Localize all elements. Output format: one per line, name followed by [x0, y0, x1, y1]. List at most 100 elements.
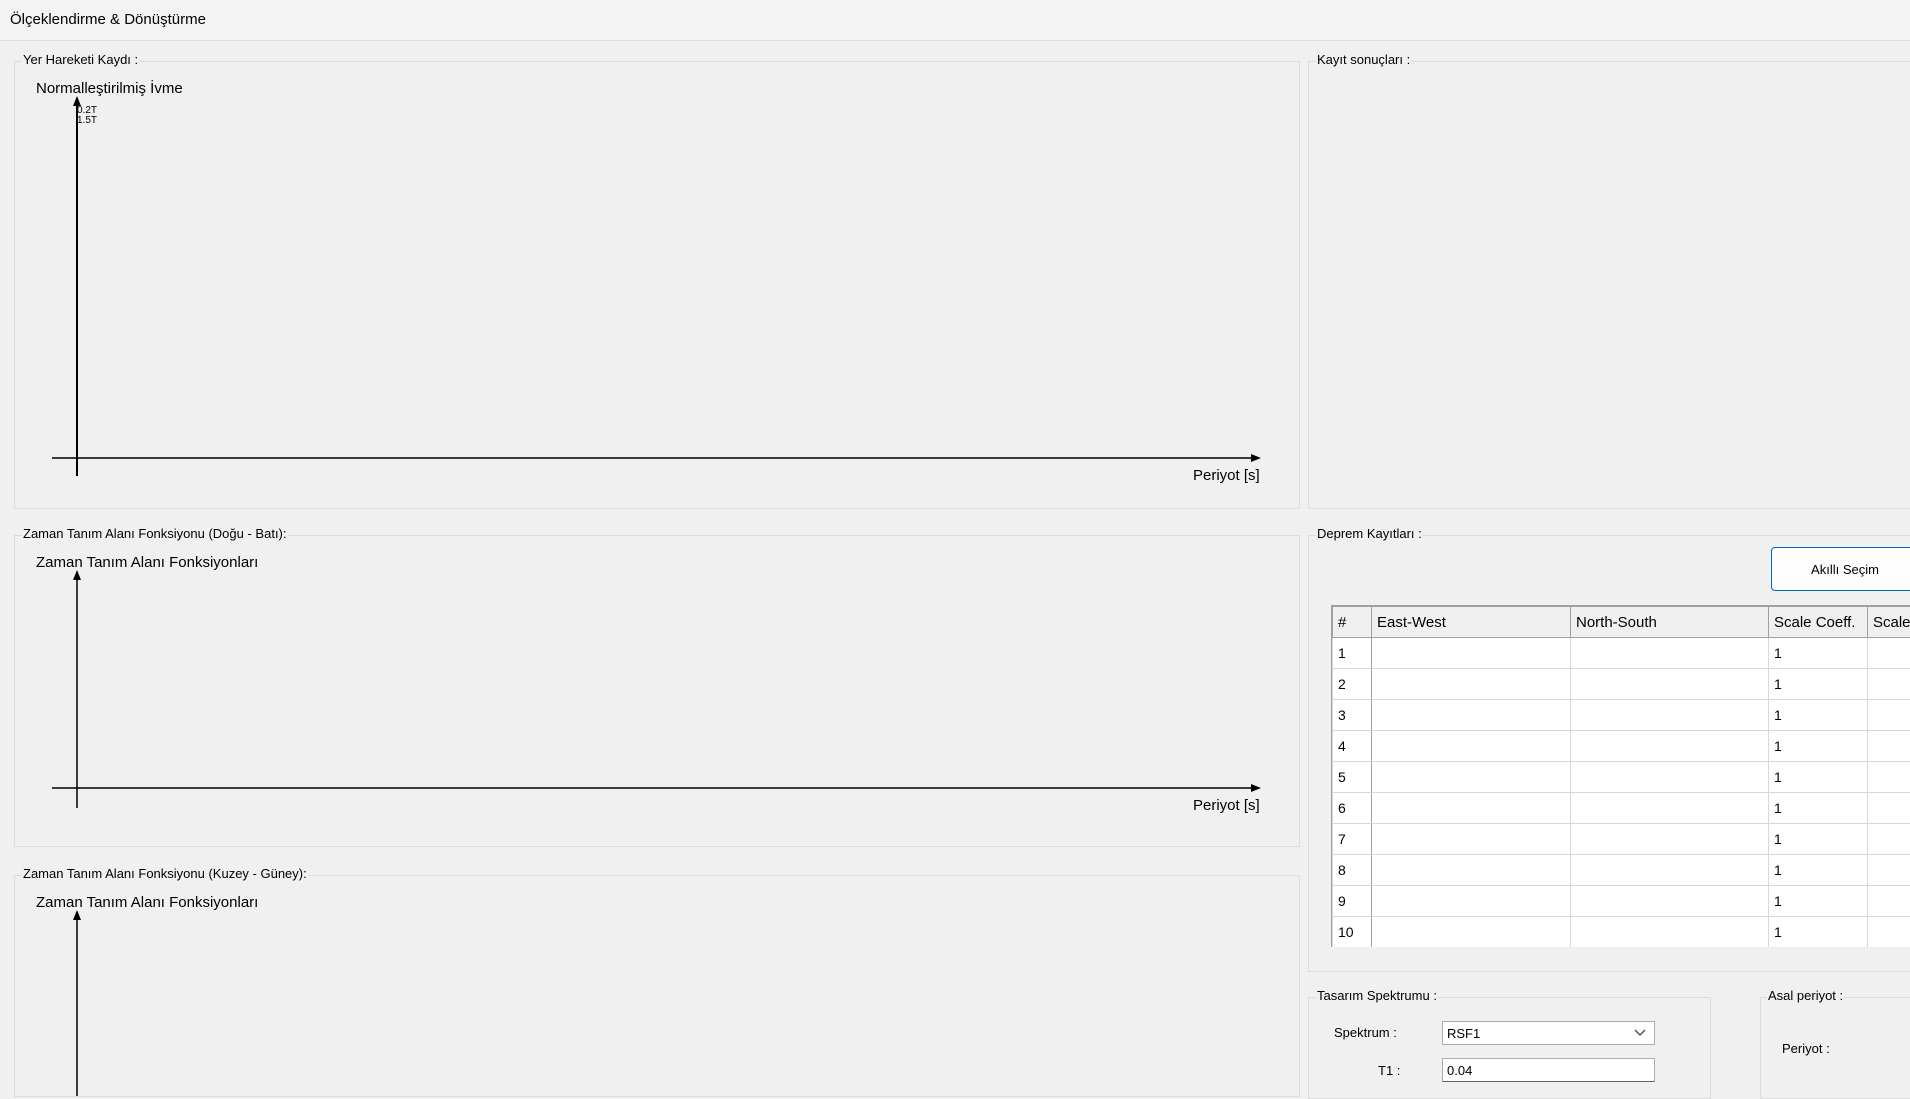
- x-axis-arrow: [1251, 454, 1261, 462]
- window-title: Ölçeklendirme & Dönüştürme: [10, 11, 206, 28]
- row-index-cell: 8: [1333, 855, 1372, 886]
- t1-label: T1 :: [1378, 1063, 1400, 1078]
- chart-title: Zaman Tanım Alanı Fonksiyonları: [36, 554, 258, 571]
- table-row[interactable]: 21: [1333, 669, 1910, 700]
- record-results-group-label: Kayıt sonuçları :: [1316, 52, 1411, 67]
- table-row[interactable]: 91: [1333, 886, 1910, 917]
- east-west-cell[interactable]: [1372, 855, 1571, 886]
- scale-coeff-cell[interactable]: 1: [1769, 793, 1868, 824]
- north-south-cell[interactable]: [1571, 638, 1769, 669]
- row-index-cell: 3: [1333, 700, 1372, 731]
- row-index-cell: 1: [1333, 638, 1372, 669]
- time-domain-ns-group-label: Zaman Tanım Alanı Fonksiyonu (Kuzey - Gü…: [22, 866, 308, 881]
- scale-coeff-cell[interactable]: 1: [1769, 731, 1868, 762]
- scale-coeff-cell[interactable]: 1: [1769, 700, 1868, 731]
- east-west-cell[interactable]: [1372, 700, 1571, 731]
- x-axis-arrow: [1251, 784, 1261, 792]
- column-header-scale[interactable]: Scale: [1868, 607, 1910, 638]
- scale-coeff-cell[interactable]: 1: [1769, 638, 1868, 669]
- title-bar: Ölçeklendirme & Dönüştürme: [0, 0, 1910, 41]
- north-south-cell[interactable]: [1571, 669, 1769, 700]
- table-row[interactable]: 11: [1333, 638, 1910, 669]
- y-axis-arrow: [73, 910, 81, 920]
- scale-coeff-cell[interactable]: 1: [1769, 855, 1868, 886]
- north-south-cell[interactable]: [1571, 700, 1769, 731]
- scale-coeff-cell[interactable]: 1: [1769, 669, 1868, 700]
- record-results-group: [1308, 61, 1910, 509]
- column-header-index[interactable]: #: [1333, 607, 1372, 638]
- scale-cell[interactable]: [1868, 731, 1910, 762]
- east-west-cell[interactable]: [1372, 731, 1571, 762]
- table-row[interactable]: 81: [1333, 855, 1910, 886]
- row-index-cell: 9: [1333, 886, 1372, 917]
- scale-cell[interactable]: [1868, 700, 1910, 731]
- scale-coeff-cell[interactable]: 1: [1769, 886, 1868, 917]
- scale-cell[interactable]: [1868, 669, 1910, 700]
- east-west-cell[interactable]: [1372, 762, 1571, 793]
- scale-coeff-cell[interactable]: 1: [1769, 917, 1868, 948]
- time-domain-ew-group: Zaman Tanım Alanı Fonksiyonları Periyot …: [14, 535, 1300, 847]
- scale-coeff-cell[interactable]: 1: [1769, 762, 1868, 793]
- earthquake-records-group-label: Deprem Kayıtları :: [1316, 526, 1423, 541]
- normalized-acceleration-chart: [15, 62, 1299, 508]
- spectrum-select[interactable]: RSF1: [1442, 1021, 1655, 1045]
- row-index-cell: 2: [1333, 669, 1372, 700]
- scale-cell[interactable]: [1868, 917, 1910, 948]
- north-south-cell[interactable]: [1571, 762, 1769, 793]
- east-west-cell[interactable]: [1372, 917, 1571, 948]
- design-spectrum-group-label: Tasarım Spektrumu :: [1316, 988, 1438, 1003]
- column-header-scale-coeff[interactable]: Scale Coeff.: [1769, 607, 1868, 638]
- row-index-cell: 10: [1333, 917, 1372, 948]
- period-label: Periyot :: [1782, 1041, 1830, 1056]
- north-south-cell[interactable]: [1571, 793, 1769, 824]
- scale-cell[interactable]: [1868, 793, 1910, 824]
- t1-input-value: 0.04: [1447, 1063, 1472, 1078]
- smart-select-button[interactable]: Akıllı Seçim: [1771, 547, 1910, 591]
- row-index-cell: 5: [1333, 762, 1372, 793]
- t1-input[interactable]: 0.04: [1442, 1058, 1655, 1082]
- north-south-cell[interactable]: [1571, 886, 1769, 917]
- row-index-cell: 6: [1333, 793, 1372, 824]
- table-row[interactable]: 51: [1333, 762, 1910, 793]
- table-row[interactable]: 10 1: [1333, 917, 1910, 948]
- x-axis-label: Periyot [s]: [1193, 797, 1260, 814]
- design-spectrum-group: [1308, 997, 1711, 1099]
- north-south-cell[interactable]: [1571, 855, 1769, 886]
- row-index-cell: 7: [1333, 824, 1372, 855]
- column-header-east-west[interactable]: East-West: [1372, 607, 1571, 638]
- chart-title: Zaman Tanım Alanı Fonksiyonları: [36, 894, 258, 911]
- table-row[interactable]: 71: [1333, 824, 1910, 855]
- principal-period-group-label: Asal periyot :: [1767, 988, 1844, 1003]
- north-south-cell[interactable]: [1571, 731, 1769, 762]
- east-west-cell[interactable]: [1372, 669, 1571, 700]
- scale-cell[interactable]: [1868, 762, 1910, 793]
- spectrum-select-value: RSF1: [1447, 1026, 1480, 1041]
- time-domain-ew-group-label: Zaman Tanım Alanı Fonksiyonu (Doğu - Bat…: [22, 526, 288, 541]
- y-axis-arrow: [73, 570, 81, 580]
- table-row[interactable]: 31: [1333, 700, 1910, 731]
- north-south-cell[interactable]: [1571, 917, 1769, 948]
- table-row[interactable]: 41: [1333, 731, 1910, 762]
- scale-cell[interactable]: [1868, 886, 1910, 917]
- scale-cell[interactable]: [1868, 824, 1910, 855]
- x-axis-label: Periyot [s]: [1193, 467, 1260, 484]
- scale-cell[interactable]: [1868, 855, 1910, 886]
- tick-label-1.5t: 1.5T: [77, 116, 97, 126]
- table-row[interactable]: 61: [1333, 793, 1910, 824]
- spectrum-label: Spektrum :: [1334, 1025, 1397, 1040]
- chevron-down-icon: [1634, 1026, 1646, 1043]
- east-west-cell[interactable]: [1372, 638, 1571, 669]
- records-table: # East-West North-South Scale Coeff. Sca…: [1332, 606, 1910, 947]
- east-west-cell[interactable]: [1372, 886, 1571, 917]
- column-header-north-south[interactable]: North-South: [1571, 607, 1769, 638]
- time-domain-ew-chart: [15, 536, 1299, 846]
- scale-coeff-cell[interactable]: 1: [1769, 824, 1868, 855]
- row-index-cell: 4: [1333, 731, 1372, 762]
- ground-motion-group-label: Yer Hareketi Kaydı :: [22, 52, 139, 67]
- records-table-viewport[interactable]: # East-West North-South Scale Coeff. Sca…: [1331, 605, 1910, 947]
- north-south-cell[interactable]: [1571, 824, 1769, 855]
- scale-cell[interactable]: [1868, 638, 1910, 669]
- smart-select-button-label: Akıllı Seçim: [1811, 562, 1879, 577]
- east-west-cell[interactable]: [1372, 793, 1571, 824]
- east-west-cell[interactable]: [1372, 824, 1571, 855]
